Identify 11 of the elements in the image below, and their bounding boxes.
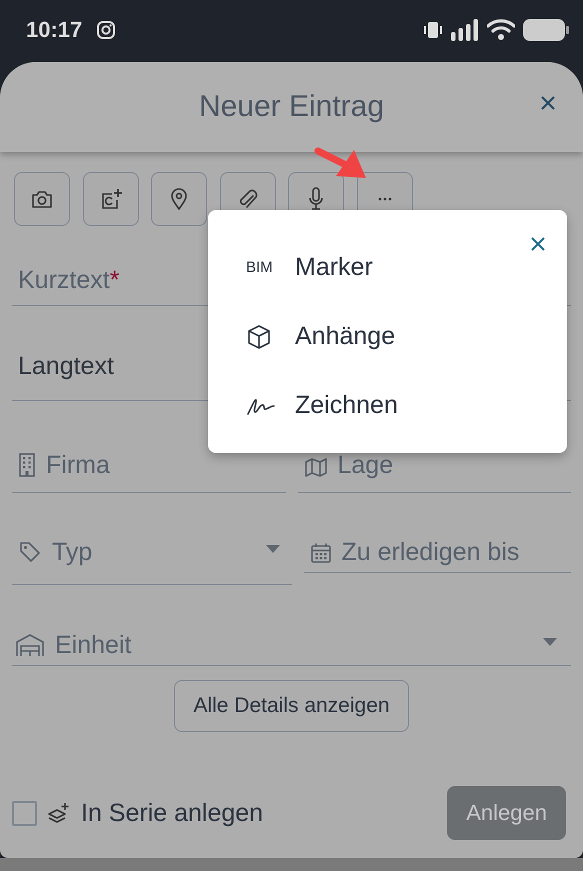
sheet-title: Neuer Eintrag <box>198 90 384 124</box>
field-label: Typ <box>52 537 92 567</box>
field-label: Firma <box>46 450 110 480</box>
field-label: Kurztext* <box>18 265 120 295</box>
checkbox-label: In Serie anlegen <box>81 798 264 828</box>
field-label: Zu erledigen bis <box>342 537 520 567</box>
clock: 10:17 <box>26 17 82 43</box>
field-label: Einheit <box>55 630 132 660</box>
field-label: Lage <box>338 450 394 480</box>
field-label: Langtext <box>18 351 114 381</box>
menu-item-icon-text: BIM <box>246 259 273 276</box>
